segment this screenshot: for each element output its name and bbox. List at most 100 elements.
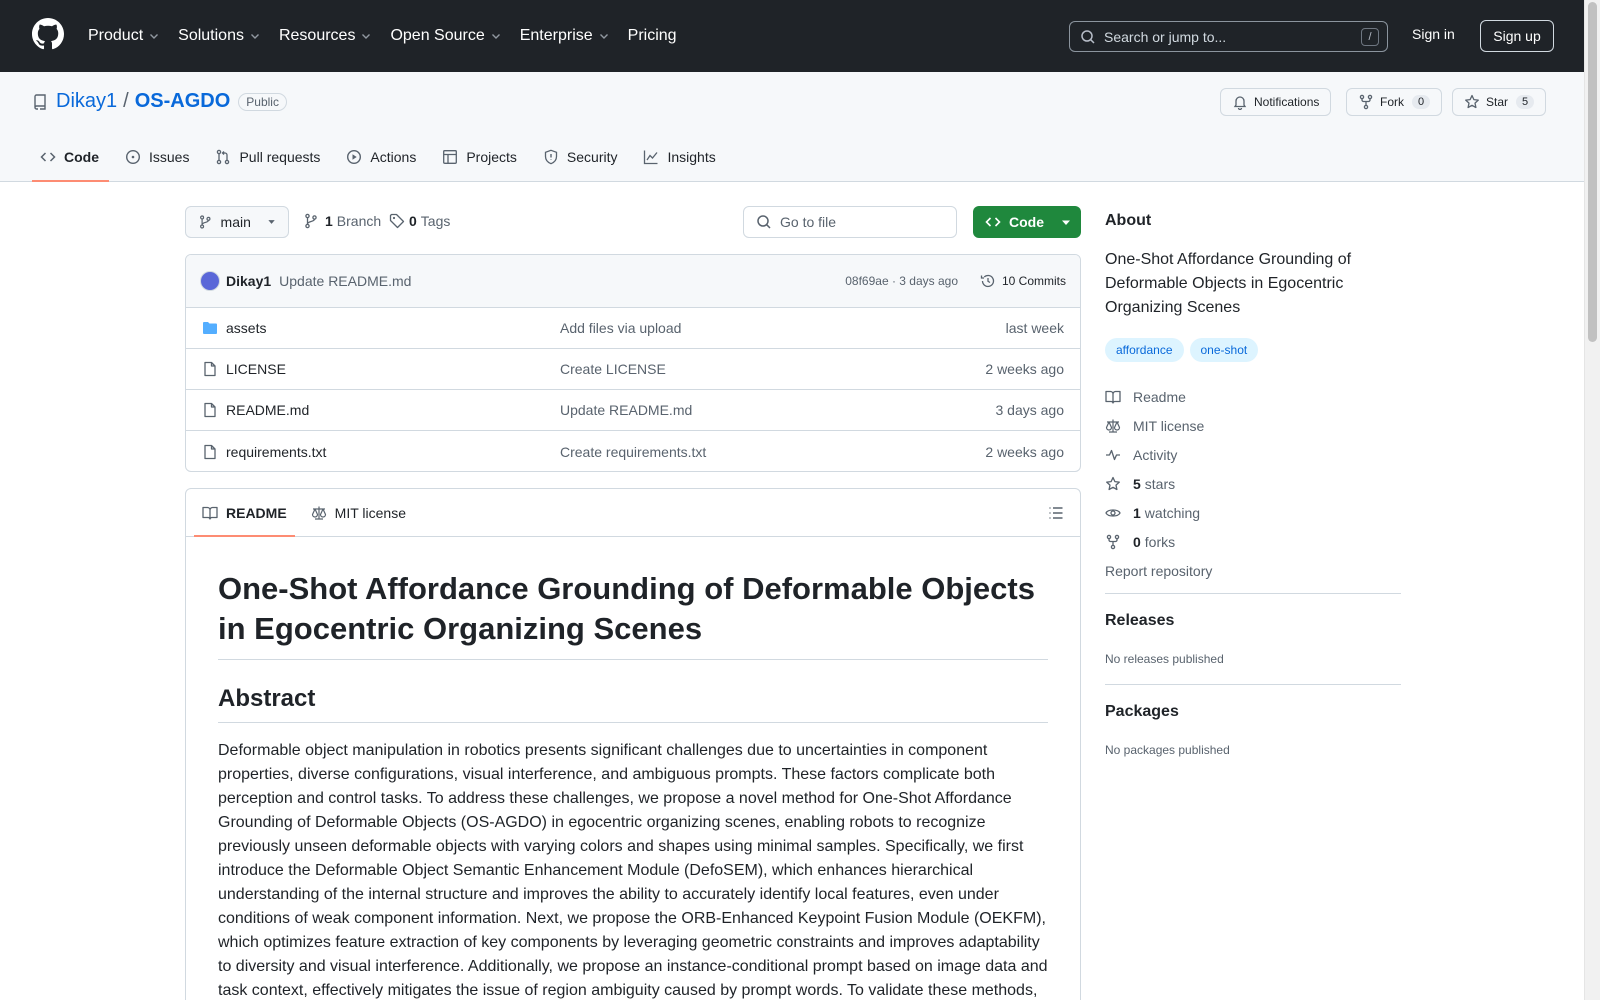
commits-link[interactable]: 10 Commits xyxy=(980,273,1066,289)
forks-link[interactable]: 0 forks xyxy=(1105,527,1212,556)
chevron-down-icon xyxy=(599,34,608,39)
code-icon xyxy=(40,152,56,162)
file-name[interactable]: README.md xyxy=(226,402,309,418)
file-commit-message[interactable]: Create requirements.txt xyxy=(560,444,706,460)
tab-actions[interactable]: Actions xyxy=(338,140,426,182)
file-commit-message[interactable]: Create LICENSE xyxy=(560,361,666,377)
branch-icon xyxy=(305,213,317,229)
latest-commit: Dikay1 Update README.md 08f69ae · 3 days… xyxy=(186,255,1080,308)
license-link[interactable]: MIT license xyxy=(1105,411,1212,440)
branch-name: main xyxy=(220,214,251,230)
repo-description: One-Shot Affordance Grounding of Deforma… xyxy=(1105,251,1352,316)
tab-readme[interactable]: README xyxy=(194,489,295,537)
tab-pull-requests[interactable]: Pull requests xyxy=(207,140,330,182)
file-row-license[interactable]: LICENSE Create LICENSE 2 weeks ago xyxy=(186,349,1080,390)
repo-header: Dikay1 / OS-AGDO Public Notifications Fo… xyxy=(0,72,1584,182)
commit-message[interactable]: Update README.md xyxy=(279,273,411,289)
topic-tag[interactable]: affordance xyxy=(1105,338,1184,362)
pull-request-icon xyxy=(217,149,230,165)
tab-security[interactable]: Security xyxy=(535,140,628,182)
file-row-readme[interactable]: README.md Update README.md 3 days ago xyxy=(186,390,1080,431)
tags-link[interactable]: 0 Tags xyxy=(389,213,450,229)
tab-code[interactable]: Code xyxy=(32,140,109,182)
repo-icon xyxy=(34,93,46,110)
search-shortcut-hint: / xyxy=(1361,28,1379,46)
nav-pricing[interactable]: Pricing xyxy=(628,27,677,45)
file-name[interactable]: requirements.txt xyxy=(226,444,326,460)
nav-product[interactable]: Product xyxy=(88,27,160,45)
scrollbar-thumb[interactable] xyxy=(1588,2,1597,342)
file-listing: Dikay1 Update README.md 08f69ae · 3 days… xyxy=(185,254,1081,472)
stars-link[interactable]: 5 stars xyxy=(1105,469,1212,498)
outline-button[interactable] xyxy=(1048,505,1064,521)
code-button[interactable]: Code xyxy=(973,206,1081,238)
readme-tabs: README MIT license xyxy=(186,489,1080,537)
search-input[interactable]: Search or jump to... / xyxy=(1069,21,1388,52)
repo-name-link[interactable]: OS-AGDO xyxy=(135,90,231,113)
law-icon xyxy=(311,506,326,520)
sidebar-divider xyxy=(1105,593,1401,594)
play-icon xyxy=(347,149,362,165)
fork-count: 0 xyxy=(1412,95,1431,109)
file-date: 2 weeks ago xyxy=(985,361,1064,377)
history-icon xyxy=(980,274,995,288)
file-commit-message[interactable]: Update README.md xyxy=(560,402,692,418)
github-logo-icon[interactable] xyxy=(32,18,64,50)
nav-open-source[interactable]: Open Source xyxy=(390,27,501,45)
tab-license[interactable]: MIT license xyxy=(303,489,414,536)
chevron-down-icon xyxy=(362,34,371,39)
table-icon xyxy=(443,150,458,164)
file-date: 2 weeks ago xyxy=(985,443,1064,460)
book-icon xyxy=(202,506,218,520)
branches-link[interactable]: 1 Branch xyxy=(303,213,381,229)
sign-in-link[interactable]: Sign in xyxy=(1412,26,1455,42)
go-to-file-placeholder: Go to file xyxy=(780,214,837,230)
fork-button[interactable]: Fork 0 xyxy=(1346,88,1443,116)
nav-enterprise[interactable]: Enterprise xyxy=(520,27,610,45)
readme-title: One-Shot Affordance Grounding of Deforma… xyxy=(218,569,1048,660)
activity-link[interactable]: Activity xyxy=(1105,440,1212,469)
commit-meta[interactable]: 08f69ae · 3 days ago xyxy=(845,274,958,288)
global-header: Product Solutions Resources Open Source … xyxy=(0,0,1584,72)
topic-list: affordance one-shot xyxy=(1105,338,1264,362)
tab-projects[interactable]: Projects xyxy=(434,140,527,182)
packages-empty-text: No packages published xyxy=(1105,743,1230,757)
folder-icon xyxy=(203,322,217,334)
nav-solutions[interactable]: Solutions xyxy=(178,27,261,45)
shield-icon xyxy=(544,149,558,165)
book-icon xyxy=(1105,390,1121,404)
page-scrollbar[interactable] xyxy=(1584,0,1600,1000)
readme-link[interactable]: Readme xyxy=(1105,382,1212,411)
releases-heading[interactable]: Releases xyxy=(1105,612,1174,630)
releases-empty-text: No releases published xyxy=(1105,652,1224,666)
branch-select[interactable]: main xyxy=(185,206,289,238)
file-row-assets[interactable]: assets Add files via upload last week xyxy=(186,308,1080,349)
readme-content: One-Shot Affordance Grounding of Deforma… xyxy=(186,537,1080,1000)
go-to-file-input[interactable]: Go to file xyxy=(743,206,957,238)
nav-resources[interactable]: Resources xyxy=(279,27,372,45)
global-nav: Product Solutions Resources Open Source … xyxy=(88,0,695,72)
file-row-requirements[interactable]: requirements.txt Create requirements.txt… xyxy=(186,431,1080,471)
sign-up-button[interactable]: Sign up xyxy=(1480,20,1554,52)
avatar[interactable] xyxy=(200,271,220,291)
file-name[interactable]: assets xyxy=(226,320,266,336)
caret-down-icon xyxy=(1062,220,1070,225)
chevron-down-icon xyxy=(491,34,500,39)
file-date: 3 days ago xyxy=(995,402,1065,418)
packages-heading[interactable]: Packages xyxy=(1105,703,1179,721)
tab-issues[interactable]: Issues xyxy=(117,140,199,182)
repo-owner-link[interactable]: Dikay1 xyxy=(56,90,117,113)
notifications-button[interactable]: Notifications xyxy=(1220,88,1332,116)
law-icon xyxy=(1105,419,1121,433)
search-icon xyxy=(757,215,771,229)
watching-link[interactable]: 1 watching xyxy=(1105,498,1212,527)
commit-author[interactable]: Dikay1 xyxy=(226,273,271,289)
file-commit-message[interactable]: Add files via upload xyxy=(560,320,681,336)
topic-tag[interactable]: one-shot xyxy=(1189,338,1259,362)
star-icon xyxy=(1106,476,1120,490)
report-repository-link[interactable]: Report repository xyxy=(1105,556,1212,585)
tab-insights[interactable]: Insights xyxy=(635,140,725,182)
chevron-down-icon xyxy=(250,34,259,39)
star-button[interactable]: Star 5 xyxy=(1452,88,1547,116)
file-name[interactable]: LICENSE xyxy=(226,361,286,377)
